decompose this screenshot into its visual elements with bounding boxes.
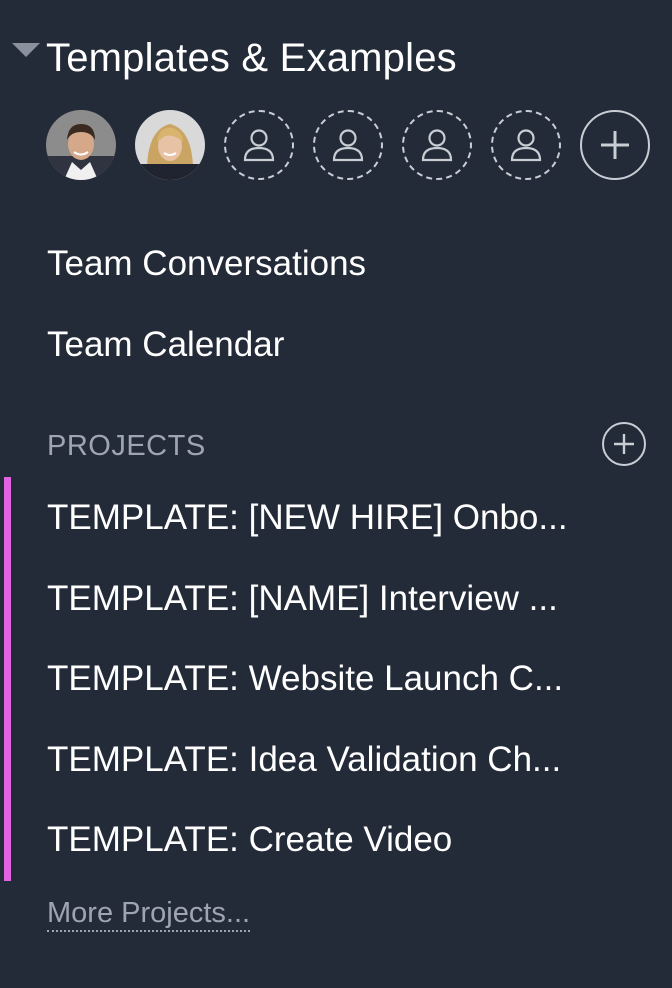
user-icon [510,129,542,162]
nav-team-conversations[interactable]: Team Conversations [47,244,366,284]
member-placeholder-1[interactable] [224,110,294,180]
plus-icon [601,131,629,159]
nav-team-calendar[interactable]: Team Calendar [47,325,284,365]
team-members-row [46,110,650,180]
projects-heading: PROJECTS [47,430,206,462]
project-item[interactable]: TEMPLATE: [NAME] Interview ... [47,579,607,660]
team-header[interactable]: Templates & Examples [12,30,457,86]
collapse-caret-icon[interactable] [12,43,40,57]
member-placeholder-3[interactable] [402,110,472,180]
project-item[interactable]: TEMPLATE: Idea Validation Ch... [47,740,607,821]
member-placeholder-4[interactable] [491,110,561,180]
project-list: TEMPLATE: [NEW HIRE] Onbo... TEMPLATE: [… [47,498,607,901]
avatar-woman[interactable] [135,110,205,180]
more-projects-link[interactable]: More Projects... [47,896,251,932]
team-title[interactable]: Templates & Examples [46,36,457,81]
projects-accent-bar [4,477,11,881]
add-member-button[interactable] [580,110,650,180]
project-item[interactable]: TEMPLATE: Create Video [47,820,607,901]
user-icon [421,129,453,162]
user-icon [243,129,275,162]
avatar-man[interactable] [46,110,116,180]
plus-icon [614,434,634,454]
project-item[interactable]: TEMPLATE: Website Launch C... [47,659,607,740]
user-icon [332,129,364,162]
member-placeholder-2[interactable] [313,110,383,180]
project-item[interactable]: TEMPLATE: [NEW HIRE] Onbo... [47,498,607,579]
add-project-button[interactable] [602,422,646,466]
